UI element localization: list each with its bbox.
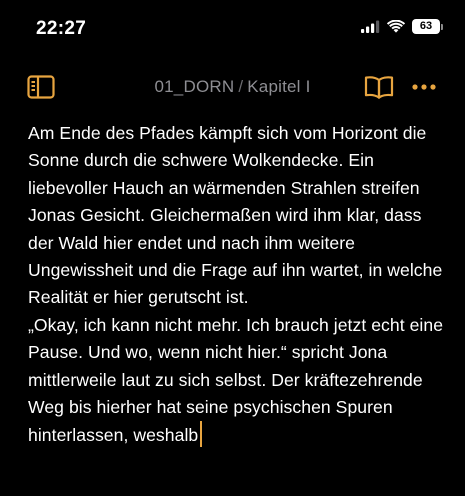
cellular-signal-icon [361,20,380,33]
book-preview-button[interactable] [363,72,395,102]
battery-tip [441,23,443,30]
text-cursor [200,421,203,448]
ellipsis-icon [412,84,436,90]
title-file: 01_DORN [154,77,235,96]
status-icons: 63 [361,19,443,34]
title-separator: / [238,77,244,96]
document-title: 01_DORN / Kapitel I [0,77,465,97]
paragraph-text[interactable]: „Okay, ich kann nicht mehr. Ich brauch j… [28,315,443,446]
battery-icon: 63 [412,19,443,34]
paragraph[interactable]: „Okay, ich kann nicht mehr. Ich brauch j… [28,312,448,450]
battery-level: 63 [412,19,440,34]
status-time: 22:27 [36,18,87,39]
more-button[interactable] [409,72,439,102]
wifi-icon [387,20,405,33]
title-chapter: Kapitel I [247,77,311,96]
paragraph[interactable]: Am Ende des Pfades kämpft sich vom Horiz… [28,120,448,312]
editor-screen: 22:27 63 01_DORN / Kapitel I Am Ende des… [0,0,465,496]
editor-toolbar: 01_DORN / Kapitel I [0,68,465,104]
status-bar: 22:27 63 [0,0,465,56]
text-editor[interactable]: Am Ende des Pfades kämpft sich vom Horiz… [28,120,448,450]
open-book-icon [364,76,394,99]
